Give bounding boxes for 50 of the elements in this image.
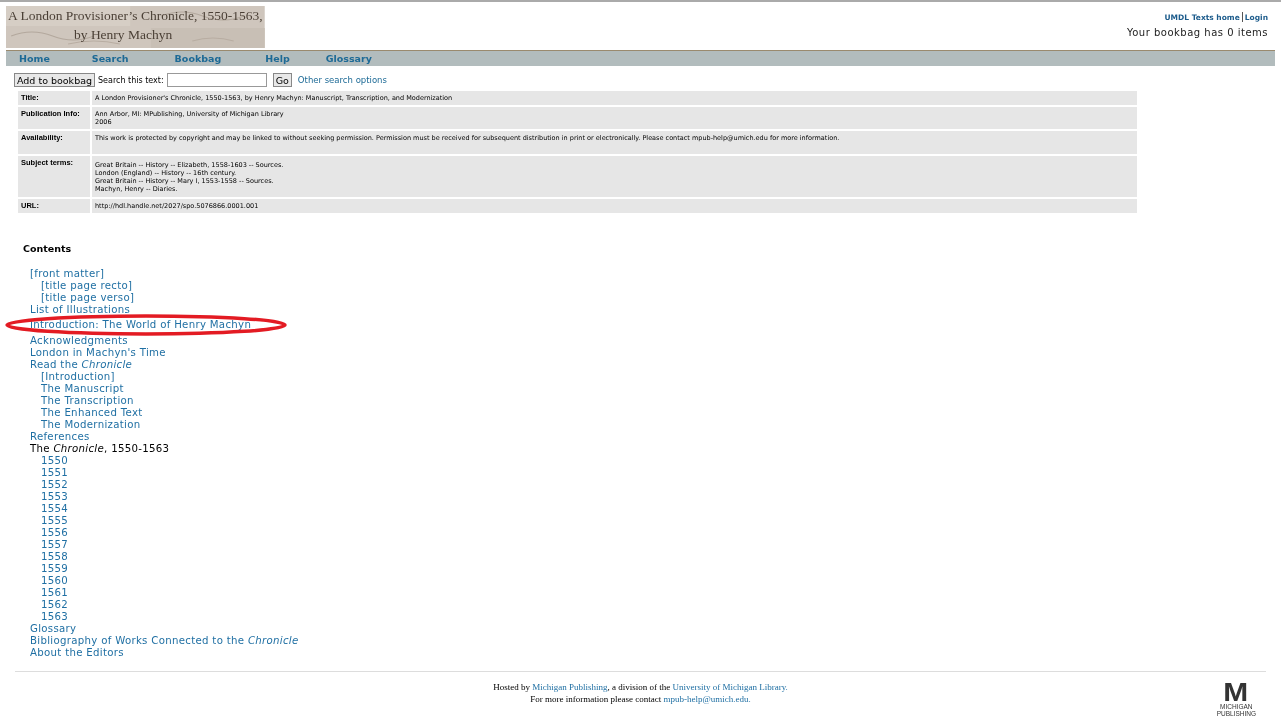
contents-title: Contents [23,243,73,254]
footer-link[interactable]: mpub-help@umich.edu. [663,694,751,704]
contents-heading: The Chronicle, 1550-1563 [30,443,170,455]
footer-text: Hosted by Michigan Publishing, a division of the University of Michigan Library. [493,681,788,693]
contents-link[interactable]: 1552 [41,479,69,491]
contents-link[interactable]: 1560 [41,575,69,587]
contents-link[interactable]: 1557 [41,539,69,551]
banner-title: by Henry Machyn [73,26,174,44]
contents-link[interactable]: References [30,431,90,443]
contents-link[interactable]: Acknowledgments [30,335,128,347]
contents-link[interactable]: [title page verso] [41,292,135,304]
contents-link[interactable]: 1558 [41,551,69,563]
footer-text: For more information please contact mpub-help@umich.edu. [529,693,752,705]
contents-link[interactable]: [Introduction] [41,371,115,383]
contents-link[interactable]: The Transcription [41,395,134,407]
contents-link[interactable]: About the Editors [30,647,124,659]
contents-link[interactable]: London in Machyn's Time [30,347,166,359]
contents-link[interactable]: 1551 [41,467,69,479]
contents-link[interactable]: Read the Chronicle [30,359,133,371]
nav-link[interactable]: Glossary [325,51,372,66]
contents-link[interactable]: Bibliography of Works Connected to the Chronicle [30,635,299,647]
contents-link[interactable]: The Manuscript [41,383,124,395]
search-options-link[interactable]: Other search options [297,75,387,85]
go-button[interactable]: Go [272,73,292,87]
nav-link[interactable]: Home [19,51,50,66]
contents-link[interactable]: The Modernization [41,419,141,431]
contents-link[interactable]: 1553 [41,491,69,503]
search-label: Search this text: [98,75,164,85]
add-to-bookbag-button[interactable]: Add to bookbag [14,73,95,87]
bookbag-status: Your bookbag has 0 items [1126,27,1268,38]
search-field[interactable] [166,73,267,87]
nav-link[interactable]: Bookbag [174,51,222,66]
contents-link[interactable]: 1559 [41,563,69,575]
banner-title: A London Provisioner’s Chronicle, 1550-1563, [7,7,263,25]
contents-link[interactable]: 1550 [41,455,69,467]
contents-link[interactable]: 1561 [41,587,69,599]
contents-link[interactable]: List of Illustrations [30,304,131,316]
contents-link[interactable]: Glossary [30,623,77,635]
contents-link[interactable]: 1555 [41,515,69,527]
contents-link[interactable]: 1563 [41,611,69,623]
contents-link[interactable]: [front matter] [30,268,105,280]
contents-link[interactable]: 1562 [41,599,69,611]
contents-link[interactable]: 1554 [41,503,69,515]
nav-link[interactable]: Help [265,51,290,66]
nav-link[interactable]: Search [91,51,129,66]
contents-link[interactable]: [title page recto] [41,280,133,292]
footer-link[interactable]: University of Michigan Library. [672,682,788,692]
contents-link[interactable]: The Enhanced Text [41,407,143,419]
logo-mark: M [1223,681,1249,703]
contents-link[interactable]: 1556 [41,527,69,539]
